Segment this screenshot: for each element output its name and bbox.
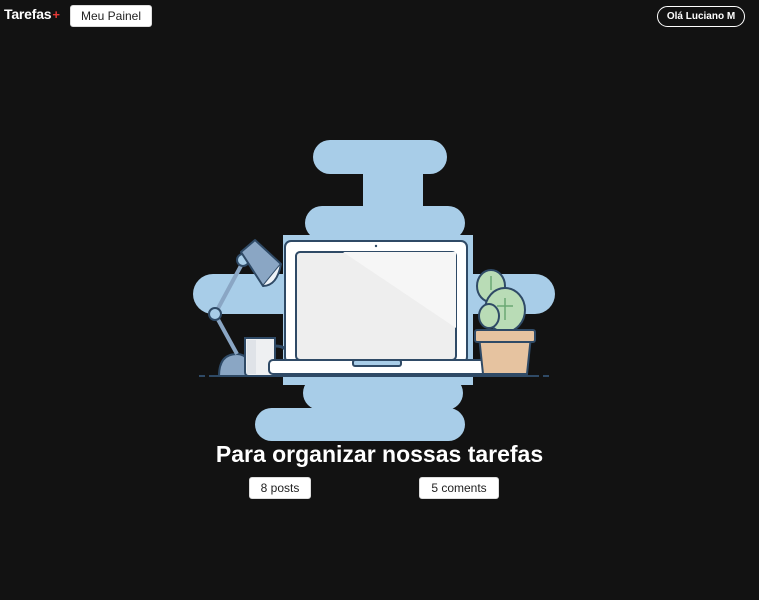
meu-painel-button[interactable]: Meu Painel — [70, 5, 152, 27]
brand-logo[interactable]: Tarefas+ — [4, 6, 60, 22]
hero-headline: Para organizar nossas tarefas — [215, 441, 544, 467]
comments-count-button[interactable]: 5 coments — [419, 477, 499, 499]
brand-plus-mark: + — [52, 7, 60, 22]
laptop-icon — [268, 240, 502, 375]
laptop-desk-illustration — [193, 140, 555, 441]
brand-name: Tarefas — [4, 6, 52, 22]
posts-count-button[interactable]: 8 posts — [249, 477, 311, 499]
user-greeting-button[interactable]: Olá Luciano M — [657, 6, 745, 27]
